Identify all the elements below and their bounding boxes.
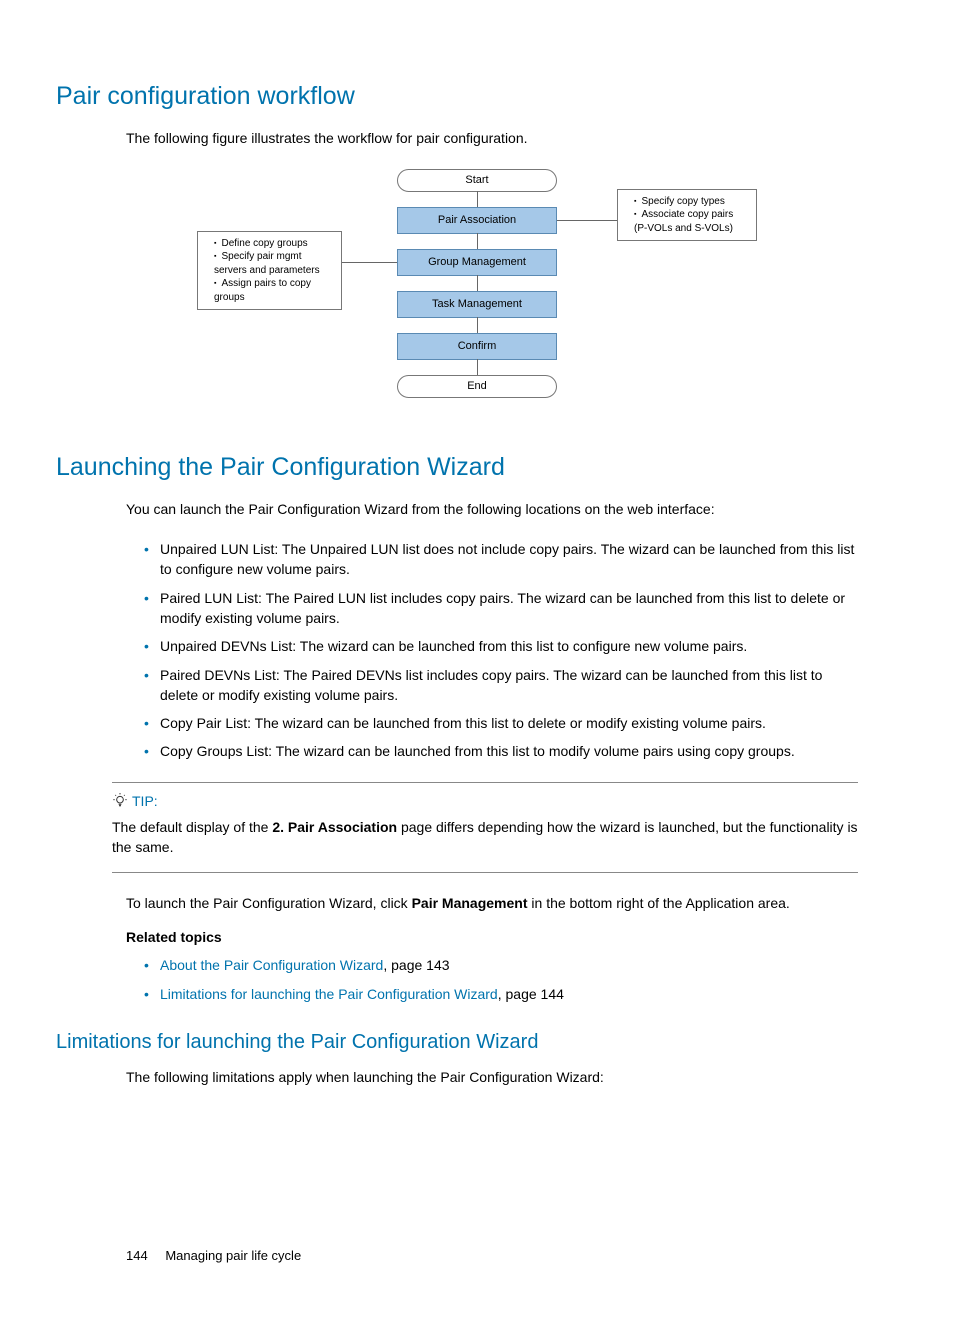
list-item: Paired DEVNs List: The Paired DEVNs list… (144, 665, 858, 706)
fc-connector (342, 262, 397, 263)
related-link[interactable]: Limitations for launching the Pair Confi… (160, 986, 498, 1002)
list-item: Copy Groups List: The wizard can be laun… (144, 741, 858, 761)
list-item: Unpaired LUN List: The Unpaired LUN list… (144, 539, 858, 580)
page-number: 144 (126, 1247, 148, 1266)
heading-launching: Launching the Pair Configuration Wizard (56, 449, 898, 485)
tip-label: TIP: (132, 791, 158, 811)
launch-text: in the bottom right of the Application a… (528, 895, 790, 911)
related-topics-head: Related topics (126, 927, 858, 947)
related-suffix: , page 143 (383, 957, 449, 973)
fc-end: End (397, 375, 557, 399)
tip-box: TIP: The default display of the 2. Pair … (112, 782, 858, 873)
launch-instruction: To launch the Pair Configuration Wizard,… (126, 893, 858, 913)
related-link[interactable]: About the Pair Configuration Wizard (160, 957, 383, 973)
related-suffix: , page 144 (498, 986, 564, 1002)
list-item: Copy Pair List: The wizard can be launch… (144, 713, 858, 733)
related-item: About the Pair Configuration Wizard, pag… (144, 955, 858, 975)
fc-right-annotation: Specify copy types Associate copy pairs … (617, 189, 757, 242)
fc-task-management: Task Management (397, 291, 557, 319)
fc-confirm: Confirm (397, 333, 557, 361)
fc-pair-association: Pair Association (397, 207, 557, 235)
fc-left-item: Specify pair mgmt servers and parameters (214, 250, 333, 277)
tip-lightbulb-icon (112, 793, 128, 809)
list-item: Paired LUN List: The Paired LUN list inc… (144, 588, 858, 629)
fc-left-item: Assign pairs to copy groups (214, 277, 333, 304)
tip-header: TIP: (112, 791, 858, 811)
fc-connector (477, 317, 478, 333)
fc-connector (557, 220, 617, 221)
page-footer: 144 Managing pair life cycle (126, 1247, 898, 1266)
workflow-intro: The following figure illustrates the wor… (126, 128, 858, 148)
fc-connector (477, 233, 478, 249)
fc-right-item: Associate copy pairs (P-VOLs and S-VOLs) (634, 208, 748, 235)
footer-title: Managing pair life cycle (165, 1248, 301, 1263)
fc-connector (477, 275, 478, 291)
list-item: Unpaired DEVNs List: The wizard can be l… (144, 636, 858, 656)
heading-workflow: Pair configuration workflow (56, 78, 898, 114)
launch-text: To launch the Pair Configuration Wizard,… (126, 895, 412, 911)
fc-connector (477, 191, 478, 207)
fc-group-management: Group Management (397, 249, 557, 277)
launching-intro: You can launch the Pair Configuration Wi… (126, 499, 858, 519)
related-item: Limitations for launching the Pair Confi… (144, 984, 858, 1004)
heading-limitations: Limitations for launching the Pair Confi… (56, 1028, 898, 1057)
limitations-intro: The following limitations apply when lau… (126, 1067, 858, 1087)
related-topics-list: About the Pair Configuration Wizard, pag… (126, 955, 858, 1004)
fc-right-item: Specify copy types (634, 195, 748, 209)
fc-left-item: Define copy groups (214, 237, 333, 251)
fc-start: Start (397, 169, 557, 193)
tip-bold: 2. Pair Association (272, 819, 397, 835)
tip-body: The default display of the 2. Pair Assoc… (112, 817, 858, 858)
launch-bold: Pair Management (412, 895, 528, 911)
fc-connector (477, 359, 478, 375)
launching-list: Unpaired LUN List: The Unpaired LUN list… (126, 539, 858, 762)
tip-text: The default display of the (112, 819, 272, 835)
workflow-flowchart: Start Pair Association Group Management … (187, 169, 767, 419)
fc-left-annotation: Define copy groups Specify pair mgmt ser… (197, 231, 342, 311)
